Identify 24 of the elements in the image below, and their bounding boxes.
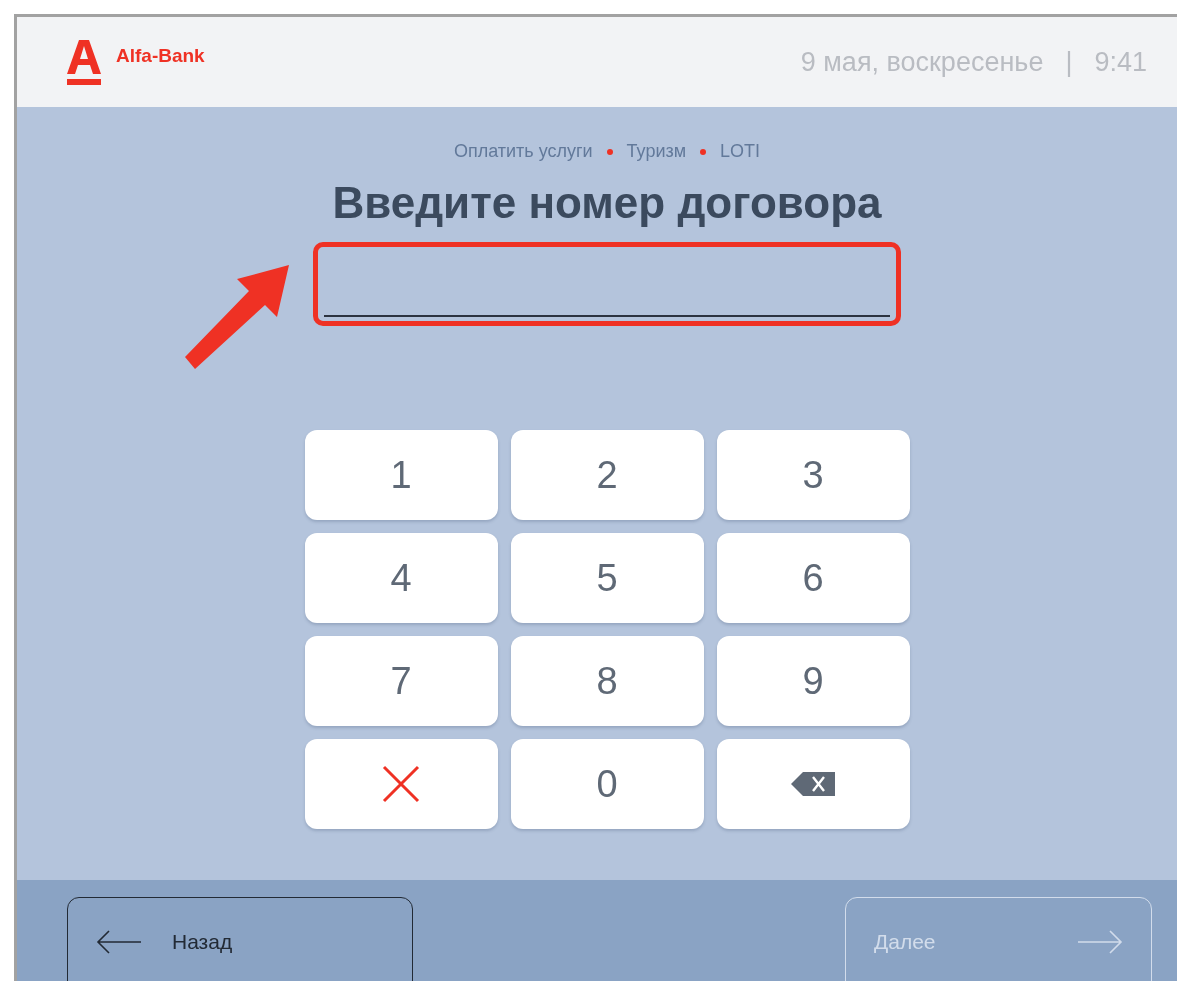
keypad-key[interactable]: 2 <box>510 430 704 520</box>
keypad-key[interactable]: 1 <box>304 430 498 520</box>
bank-logo-icon <box>66 38 102 86</box>
keypad-key[interactable] <box>716 739 910 829</box>
backspace-icon <box>791 772 835 796</box>
separator-dot <box>606 148 613 155</box>
keypad-key[interactable]: 9 <box>716 636 910 726</box>
bank-name: Alfa-Bank <box>116 45 205 67</box>
date-text: 9 мая, воскресенье <box>800 46 1044 78</box>
keypad-key[interactable]: 8 <box>510 636 704 726</box>
arrow-right-icon <box>1077 930 1123 954</box>
time-text: 9:41 <box>1094 46 1147 78</box>
back-button[interactable]: Назад <box>67 897 413 981</box>
cancel-icon <box>382 765 420 803</box>
page-title: Введите номер договора <box>332 178 882 228</box>
arrow-left-icon <box>96 930 142 954</box>
keypad-key[interactable]: 3 <box>716 430 910 520</box>
keypad-key[interactable]: 0 <box>510 739 704 829</box>
separator: | <box>1065 46 1073 78</box>
keypad-key[interactable]: 6 <box>716 533 910 623</box>
keypad-key[interactable]: 7 <box>304 636 498 726</box>
separator-dot <box>700 148 707 155</box>
keypad-key[interactable]: 5 <box>510 533 704 623</box>
keypad-key[interactable]: 4 <box>304 533 498 623</box>
